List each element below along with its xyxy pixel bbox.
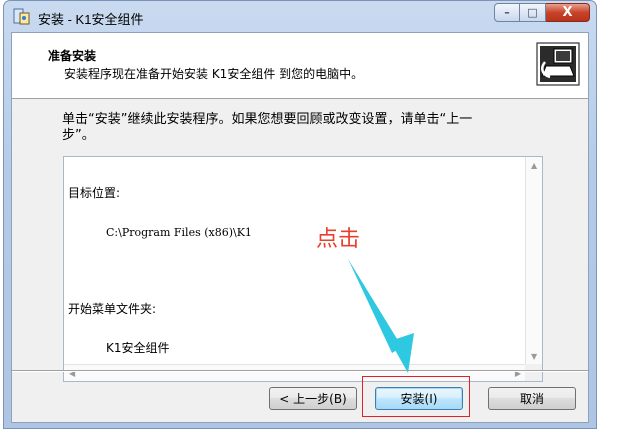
vertical-scrollbar[interactable]: ▲ ▼: [525, 157, 542, 365]
install-highlight-box: [362, 376, 470, 417]
window-title: 安装 - K1安全组件: [38, 12, 144, 27]
wizard-client-area: 准备安装 安装程序现在准备开始安装 K1安全组件 到您的电脑中。 单击“安装”继…: [11, 32, 589, 423]
scroll-up-icon[interactable]: ▲: [531, 161, 537, 170]
scroll-down-icon[interactable]: ▼: [531, 352, 537, 361]
caption-buttons: – □ X: [494, 3, 590, 23]
dest-label: 目标位置:: [68, 186, 121, 200]
footer-divider-highlight: [12, 371, 588, 372]
maximize-button[interactable]: □: [520, 3, 546, 22]
scrollbar-corner: [525, 364, 542, 381]
dest-value: C:\Program Files (x86)\K1: [106, 226, 252, 239]
installer-computer-icon: [536, 42, 580, 86]
wizard-header: 准备安装 安装程序现在准备开始安装 K1安全组件 到您的电脑中。: [12, 33, 588, 99]
instruction-line-1: 单击“安装”继续此安装程序。如果您想要回顾或改变设置，请单击“上一: [62, 112, 473, 127]
pointer-arrow-icon: [348, 259, 414, 373]
page-subtitle: 安装程序现在准备开始安装 K1安全组件 到您的电脑中。: [64, 67, 364, 81]
minimize-icon: –: [504, 6, 510, 19]
close-icon: X: [562, 5, 573, 20]
start-menu-value: K1安全组件: [106, 341, 170, 355]
title-bar[interactable]: 安装 - K1安全组件 – □ X: [4, 1, 596, 33]
cancel-button[interactable]: 取消: [488, 387, 576, 410]
memo-content: 目标位置: C:\Program Files (x86)\K1 开始菜单文件夹:…: [68, 161, 252, 381]
instruction-line-2: 步”。: [62, 128, 95, 143]
click-annotation: 点击: [316, 227, 361, 252]
start-menu-label: 开始菜单文件夹:: [68, 302, 157, 316]
close-button[interactable]: X: [546, 3, 590, 22]
setup-app-icon: [13, 8, 30, 25]
page-title: 准备安装: [48, 49, 97, 63]
ready-memo-box[interactable]: 目标位置: C:\Program Files (x86)\K1 开始菜单文件夹:…: [63, 156, 543, 382]
instruction-text: 单击“安装”继续此安装程序。如果您想要回顾或改变设置，请单击“上一 步”。: [62, 112, 562, 144]
minimize-button[interactable]: –: [494, 3, 520, 22]
back-button[interactable]: < 上一步(B): [269, 387, 357, 410]
installer-window: 安装 - K1安全组件 – □ X 准备安装 安装程序现在准备开始安装 K1安全…: [3, 0, 597, 429]
maximize-icon: □: [527, 6, 538, 19]
